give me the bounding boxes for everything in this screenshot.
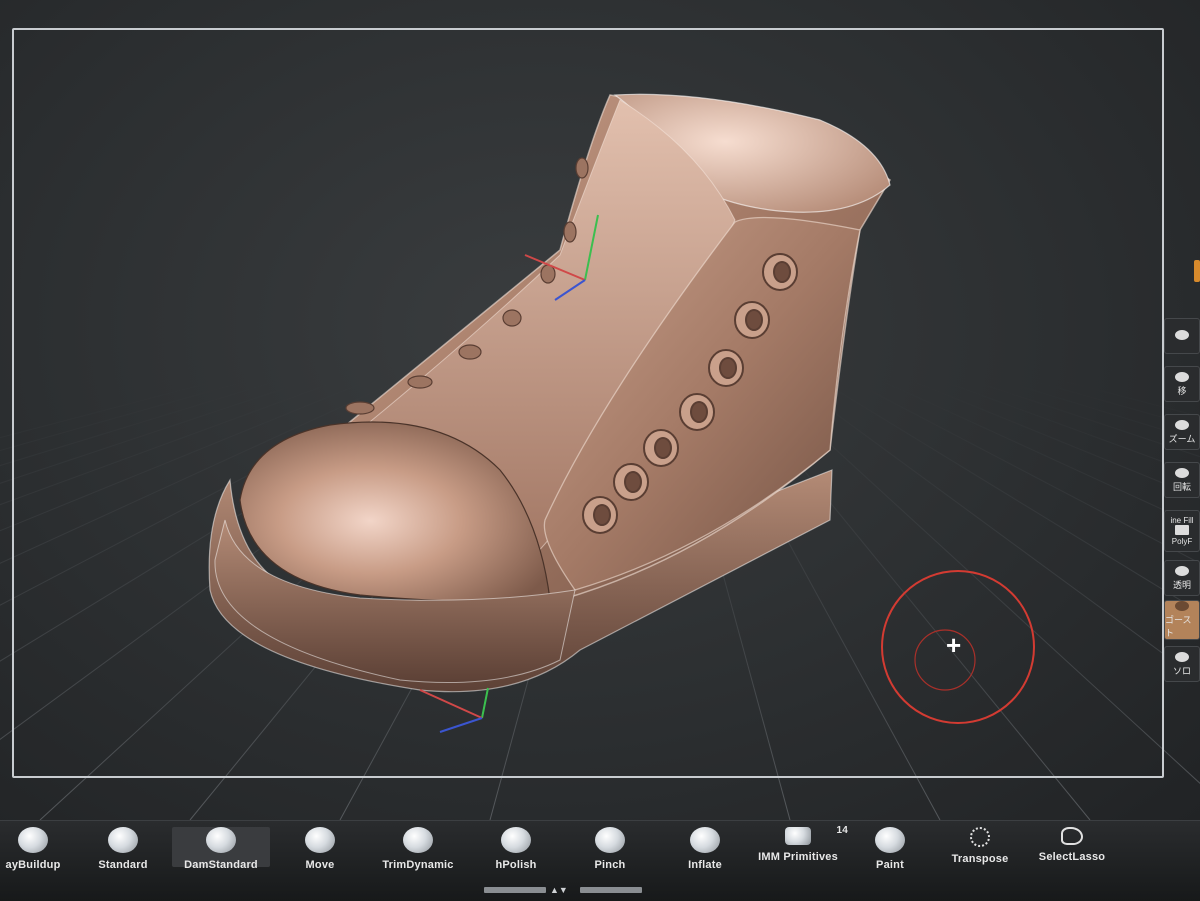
zoom-button[interactable]: ズーム xyxy=(1164,414,1200,450)
brush-damstandard[interactable]: DamStandard xyxy=(172,827,270,887)
ghost-icon xyxy=(1175,601,1189,611)
polyframe-button[interactable]: ine Fill PolyF xyxy=(1164,510,1200,552)
viewport-canvas[interactable]: + 移 ズーム 回転 ine Fill PolyF 透明 ゴースト ソロ xyxy=(0,0,1200,820)
brush-pinch[interactable]: Pinch xyxy=(586,827,634,887)
move-hand-icon xyxy=(1175,330,1189,340)
cursor-crosshair: + xyxy=(946,630,962,660)
zoom-icon xyxy=(1175,419,1189,430)
pan-button[interactable]: 移 xyxy=(1164,366,1200,402)
brush-trimdynamic[interactable]: TrimDynamic xyxy=(376,827,460,887)
tool-transpose[interactable]: Transpose xyxy=(946,827,1014,887)
clay-buildup-brush-icon xyxy=(18,827,48,853)
move-hand-button[interactable] xyxy=(1164,318,1200,354)
brush-paint[interactable]: Paint xyxy=(870,827,910,887)
brush-inflate[interactable]: Inflate xyxy=(682,827,728,887)
damstandard-brush-icon xyxy=(206,827,236,853)
transform-gizmo xyxy=(419,214,1035,733)
trimdynamic-brush-icon xyxy=(403,827,433,853)
tool-selectlasso[interactable]: SelectLasso xyxy=(1034,827,1110,887)
transparency-icon xyxy=(1175,565,1189,576)
ghost-button[interactable]: ゴースト xyxy=(1164,600,1200,640)
hand-icon xyxy=(1175,371,1189,382)
solo-icon xyxy=(1175,651,1189,662)
axis-gizmo-top xyxy=(524,214,599,301)
shelf-scroll-right[interactable] xyxy=(580,887,642,893)
brush-imm-primitives[interactable]: 14 IMM Primitives xyxy=(752,825,848,887)
shelf-accent xyxy=(1194,260,1200,282)
brush-hpolish[interactable]: hPolish xyxy=(488,827,544,887)
pinch-brush-icon xyxy=(595,827,625,853)
brush-standard[interactable]: Standard xyxy=(92,827,154,887)
shelf-scroll-arrows[interactable]: ▲▼ xyxy=(550,885,568,895)
rotate-icon xyxy=(1175,467,1189,478)
rotate-button[interactable]: 回転 xyxy=(1164,462,1200,498)
move-brush-icon xyxy=(305,827,335,853)
inflate-brush-icon xyxy=(690,827,720,853)
standard-brush-icon xyxy=(108,827,138,853)
imm-primitives-icon xyxy=(785,827,811,845)
transpose-icon xyxy=(970,827,990,847)
hpolish-brush-icon xyxy=(501,827,531,853)
brush-shelf: ayBuildup Standard DamStandard Move Trim… xyxy=(0,820,1200,901)
selectlasso-icon xyxy=(1061,827,1083,845)
grid-icon xyxy=(1175,525,1189,535)
paint-brush-icon xyxy=(875,827,905,853)
shelf-scroll-left[interactable] xyxy=(484,887,546,893)
right-shelf: 移 ズーム 回転 ine Fill PolyF 透明 ゴースト ソロ xyxy=(1164,260,1200,700)
transparency-button[interactable]: 透明 xyxy=(1164,560,1200,596)
solo-button[interactable]: ソロ xyxy=(1164,646,1200,682)
brush-claybuildup[interactable]: ayBuildup xyxy=(0,827,66,887)
brush-move[interactable]: Move xyxy=(296,827,344,887)
axis-gizmo-bottom xyxy=(419,687,489,733)
